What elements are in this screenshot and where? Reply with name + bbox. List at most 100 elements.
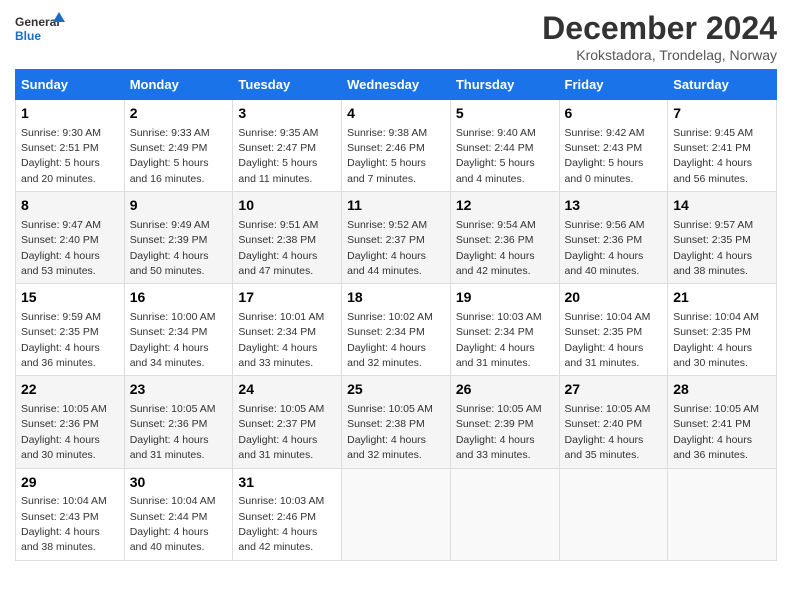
- sunrise-text: Sunrise: 10:04 AM: [565, 311, 651, 323]
- sunset-text: Sunset: 2:36 PM: [456, 234, 534, 246]
- day-number: 20: [565, 288, 663, 308]
- calendar-week-2: 8 Sunrise: 9:47 AM Sunset: 2:40 PM Dayli…: [16, 192, 777, 284]
- sunset-text: Sunset: 2:39 PM: [456, 418, 534, 430]
- day-number: 21: [673, 288, 771, 308]
- day-number: 6: [565, 104, 663, 124]
- day-number: 3: [238, 104, 336, 124]
- sunrise-text: Sunrise: 10:05 AM: [565, 403, 651, 415]
- sunset-text: Sunset: 2:36 PM: [21, 418, 99, 430]
- daylight-text: Daylight: 5 hours and 11 minutes.: [238, 157, 317, 184]
- sunset-text: Sunset: 2:37 PM: [238, 418, 316, 430]
- sunset-text: Sunset: 2:34 PM: [456, 326, 534, 338]
- page-header: General Blue December 2024 Krokstadora, …: [15, 10, 777, 63]
- daylight-text: Daylight: 4 hours and 33 minutes.: [238, 342, 317, 369]
- daylight-text: Daylight: 4 hours and 30 minutes.: [21, 434, 100, 461]
- header-cell-wednesday: Wednesday: [342, 70, 451, 100]
- daylight-text: Daylight: 4 hours and 56 minutes.: [673, 157, 752, 184]
- calendar-cell: 17 Sunrise: 10:01 AM Sunset: 2:34 PM Day…: [233, 284, 342, 376]
- sunrise-text: Sunrise: 10:04 AM: [21, 495, 107, 507]
- sunrise-text: Sunrise: 10:04 AM: [673, 311, 759, 323]
- daylight-text: Daylight: 4 hours and 40 minutes.: [565, 250, 644, 277]
- sunset-text: Sunset: 2:43 PM: [565, 142, 643, 154]
- sunrise-text: Sunrise: 10:03 AM: [456, 311, 542, 323]
- sunset-text: Sunset: 2:41 PM: [673, 418, 751, 430]
- day-number: 11: [347, 196, 445, 216]
- sunrise-text: Sunrise: 9:42 AM: [565, 127, 645, 139]
- day-number: 2: [130, 104, 228, 124]
- daylight-text: Daylight: 5 hours and 0 minutes.: [565, 157, 644, 184]
- sunset-text: Sunset: 2:37 PM: [347, 234, 425, 246]
- header-cell-tuesday: Tuesday: [233, 70, 342, 100]
- sunset-text: Sunset: 2:47 PM: [238, 142, 316, 154]
- day-number: 27: [565, 380, 663, 400]
- daylight-text: Daylight: 4 hours and 42 minutes.: [238, 526, 317, 553]
- daylight-text: Daylight: 4 hours and 47 minutes.: [238, 250, 317, 277]
- sunset-text: Sunset: 2:34 PM: [130, 326, 208, 338]
- sunset-text: Sunset: 2:34 PM: [347, 326, 425, 338]
- calendar-cell: 20 Sunrise: 10:04 AM Sunset: 2:35 PM Day…: [559, 284, 668, 376]
- sunset-text: Sunset: 2:43 PM: [21, 511, 99, 523]
- calendar-cell: 16 Sunrise: 10:00 AM Sunset: 2:34 PM Day…: [124, 284, 233, 376]
- sunset-text: Sunset: 2:35 PM: [673, 234, 751, 246]
- sunrise-text: Sunrise: 10:01 AM: [238, 311, 324, 323]
- calendar-cell: 26 Sunrise: 10:05 AM Sunset: 2:39 PM Day…: [450, 376, 559, 468]
- sunrise-text: Sunrise: 9:49 AM: [130, 219, 210, 231]
- sunrise-text: Sunrise: 9:45 AM: [673, 127, 753, 139]
- calendar-cell: 19 Sunrise: 10:03 AM Sunset: 2:34 PM Day…: [450, 284, 559, 376]
- calendar-cell: [342, 468, 451, 560]
- day-number: 22: [21, 380, 119, 400]
- day-number: 24: [238, 380, 336, 400]
- day-number: 10: [238, 196, 336, 216]
- sunrise-text: Sunrise: 9:30 AM: [21, 127, 101, 139]
- daylight-text: Daylight: 5 hours and 4 minutes.: [456, 157, 535, 184]
- calendar-cell: 7 Sunrise: 9:45 AM Sunset: 2:41 PM Dayli…: [668, 100, 777, 192]
- day-number: 31: [238, 473, 336, 493]
- calendar-body: 1 Sunrise: 9:30 AM Sunset: 2:51 PM Dayli…: [16, 100, 777, 561]
- day-number: 15: [21, 288, 119, 308]
- daylight-text: Daylight: 4 hours and 35 minutes.: [565, 434, 644, 461]
- daylight-text: Daylight: 4 hours and 50 minutes.: [130, 250, 209, 277]
- sunrise-text: Sunrise: 9:59 AM: [21, 311, 101, 323]
- calendar-cell: 31 Sunrise: 10:03 AM Sunset: 2:46 PM Day…: [233, 468, 342, 560]
- daylight-text: Daylight: 5 hours and 16 minutes.: [130, 157, 209, 184]
- daylight-text: Daylight: 4 hours and 31 minutes.: [565, 342, 644, 369]
- sunrise-text: Sunrise: 10:05 AM: [21, 403, 107, 415]
- daylight-text: Daylight: 4 hours and 38 minutes.: [21, 526, 100, 553]
- sunset-text: Sunset: 2:35 PM: [565, 326, 643, 338]
- sunset-text: Sunset: 2:40 PM: [565, 418, 643, 430]
- calendar-cell: 15 Sunrise: 9:59 AM Sunset: 2:35 PM Dayl…: [16, 284, 125, 376]
- day-number: 29: [21, 473, 119, 493]
- day-number: 17: [238, 288, 336, 308]
- day-number: 8: [21, 196, 119, 216]
- calendar-cell: 29 Sunrise: 10:04 AM Sunset: 2:43 PM Day…: [16, 468, 125, 560]
- calendar-cell: 28 Sunrise: 10:05 AM Sunset: 2:41 PM Day…: [668, 376, 777, 468]
- day-number: 12: [456, 196, 554, 216]
- calendar-cell: 12 Sunrise: 9:54 AM Sunset: 2:36 PM Dayl…: [450, 192, 559, 284]
- sunrise-text: Sunrise: 10:04 AM: [130, 495, 216, 507]
- title-area: December 2024 Krokstadora, Trondelag, No…: [542, 10, 777, 63]
- calendar-cell: [668, 468, 777, 560]
- daylight-text: Daylight: 5 hours and 7 minutes.: [347, 157, 426, 184]
- daylight-text: Daylight: 4 hours and 36 minutes.: [21, 342, 100, 369]
- calendar-cell: 10 Sunrise: 9:51 AM Sunset: 2:38 PM Dayl…: [233, 192, 342, 284]
- daylight-text: Daylight: 4 hours and 32 minutes.: [347, 434, 426, 461]
- daylight-text: Daylight: 4 hours and 30 minutes.: [673, 342, 752, 369]
- day-number: 1: [21, 104, 119, 124]
- calendar-cell: 6 Sunrise: 9:42 AM Sunset: 2:43 PM Dayli…: [559, 100, 668, 192]
- header-cell-saturday: Saturday: [668, 70, 777, 100]
- calendar-week-4: 22 Sunrise: 10:05 AM Sunset: 2:36 PM Day…: [16, 376, 777, 468]
- sunrise-text: Sunrise: 10:03 AM: [238, 495, 324, 507]
- daylight-text: Daylight: 4 hours and 36 minutes.: [673, 434, 752, 461]
- sunset-text: Sunset: 2:36 PM: [565, 234, 643, 246]
- day-number: 13: [565, 196, 663, 216]
- calendar-cell: 1 Sunrise: 9:30 AM Sunset: 2:51 PM Dayli…: [16, 100, 125, 192]
- sunrise-text: Sunrise: 10:05 AM: [456, 403, 542, 415]
- logo-icon: General Blue: [15, 10, 65, 50]
- day-number: 19: [456, 288, 554, 308]
- daylight-text: Daylight: 4 hours and 31 minutes.: [238, 434, 317, 461]
- sunset-text: Sunset: 2:49 PM: [130, 142, 208, 154]
- day-number: 25: [347, 380, 445, 400]
- sunset-text: Sunset: 2:44 PM: [130, 511, 208, 523]
- sunset-text: Sunset: 2:46 PM: [238, 511, 316, 523]
- day-number: 18: [347, 288, 445, 308]
